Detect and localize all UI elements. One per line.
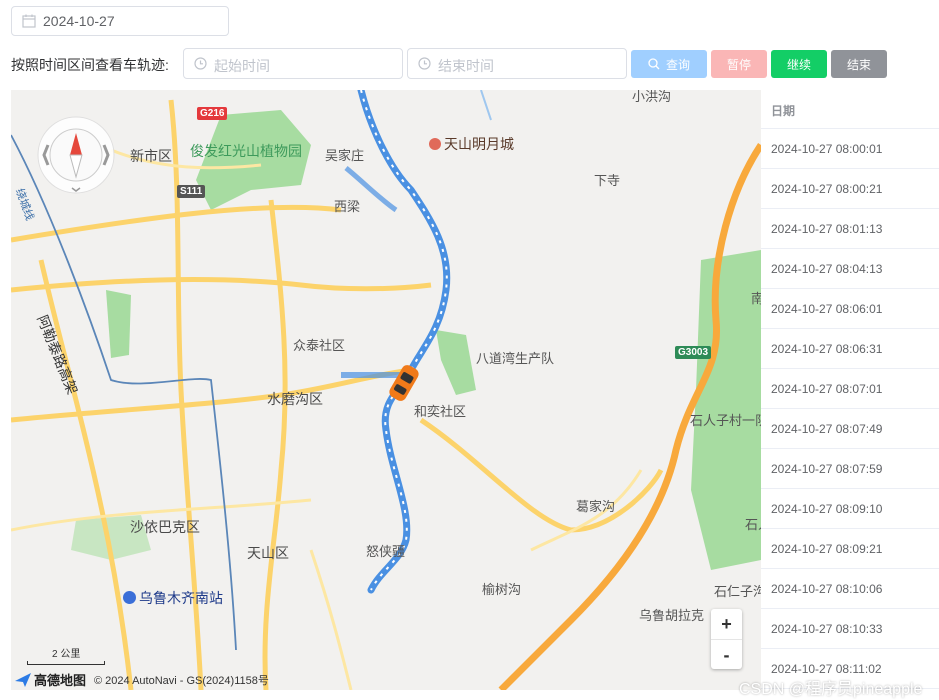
table-row[interactable]: 2024-10-27 08:00:01 (761, 129, 939, 169)
map-label: 乌鲁胡拉克 (639, 608, 705, 623)
map-label: 沙依巴克区 (130, 519, 200, 535)
map-attribution: 高德地图 © 2024 AutoNavi - GS(2024)1158号 (15, 670, 269, 689)
pause-button[interactable]: 暂停 (711, 50, 767, 78)
time-range-label: 按照时间区间查看车轨迹: (11, 57, 169, 73)
map-label: 吴家庄 (325, 148, 365, 163)
timeline-table: 日期 2024-10-27 08:00:01 2024-10-27 08:00:2… (761, 90, 939, 700)
scale-label: 2 公里 (52, 649, 81, 660)
map-poi-label: 天山明月城 (429, 134, 514, 154)
table-row[interactable]: 2024-10-27 08:09:21 (761, 529, 939, 569)
table-row[interactable]: 2024-10-27 08:07:01 (761, 369, 939, 409)
map-poi-label: 乌鲁木齐南站 (123, 588, 223, 608)
map-label: 西梁 (334, 199, 361, 214)
map-canvas[interactable]: G216 S111 G3003 新市区 俊发红光山植物园 吴家庄 天山明月城 小… (11, 90, 761, 690)
table-row[interactable]: 2024-10-27 08:00:21 (761, 169, 939, 209)
end-label: 结束 (846, 57, 871, 72)
zoom-control: + - (711, 609, 742, 669)
table-row[interactable]: 2024-10-27 08:07:49 (761, 409, 939, 449)
brand-logo: 高德地图 (34, 673, 87, 688)
table-row[interactable]: 2024-10-27 08:10:06 (761, 569, 939, 609)
zoom-out-button[interactable]: - (711, 639, 742, 670)
road-shield-g216: G216 (197, 107, 228, 120)
amap-logo-icon (15, 672, 31, 687)
map-label: 水磨沟区 (267, 391, 323, 407)
map-label: 天山区 (247, 545, 289, 561)
continue-button[interactable]: 继续 (771, 50, 827, 78)
compass-icon[interactable] (36, 115, 116, 195)
map-label: 石人 (745, 517, 761, 532)
pause-label: 暂停 (726, 57, 751, 72)
query-label: 查询 (665, 57, 690, 72)
map-label: 榆树沟 (482, 582, 522, 597)
map-label: 南 (751, 291, 761, 306)
table-row[interactable]: 2024-10-27 08:07:59 (761, 449, 939, 489)
zoom-in-button[interactable]: + (711, 609, 742, 639)
table-row[interactable]: 2024-10-27 08:06:01 (761, 289, 939, 329)
map-label: 八道湾生产队 (476, 351, 555, 366)
table-row[interactable]: 2024-10-27 08:10:33 (761, 609, 939, 649)
start-time-input[interactable]: 起始时间 (183, 48, 403, 79)
clock-icon (194, 57, 207, 70)
table-row[interactable]: 2024-10-27 08:01:13 (761, 209, 939, 249)
search-icon (648, 58, 660, 70)
start-time-placeholder: 起始时间 (214, 58, 270, 74)
map-label: 众泰社区 (293, 338, 346, 353)
map-label: 石仁子沟 (714, 584, 761, 599)
map-label: 怒侠疆 (366, 544, 406, 559)
clock-icon (418, 57, 431, 70)
end-time-placeholder: 结束时间 (438, 58, 494, 74)
road-shield-s111: S111 (177, 185, 206, 198)
calendar-icon (22, 14, 36, 28)
end-time-input[interactable]: 结束时间 (407, 48, 627, 79)
scale-bar: 2 公里 (27, 645, 105, 665)
table-row[interactable]: 2024-10-27 08:09:10 (761, 489, 939, 529)
query-button[interactable]: 查询 (631, 50, 707, 78)
table-row[interactable]: 2024-10-27 08:06:31 (761, 329, 939, 369)
poi-pin-icon (429, 138, 441, 150)
table-row[interactable]: 2024-10-27 08:04:13 (761, 249, 939, 289)
station-pin-icon (123, 591, 136, 604)
watermark: CSDN @程序员pineapple (739, 681, 923, 698)
date-value: 2024-10-27 (43, 13, 115, 29)
map-label: 小洪沟 (632, 90, 672, 104)
map-label: 葛家沟 (576, 499, 616, 514)
copyright-text: © 2024 AutoNavi - GS(2024)1158号 (94, 674, 269, 687)
continue-label: 继续 (786, 57, 811, 72)
map-label: 下寺 (594, 173, 621, 188)
end-button[interactable]: 结束 (831, 50, 887, 78)
map-label: 新市区 (130, 148, 172, 164)
road-shield-g3003: G3003 (675, 346, 712, 359)
map-label: 和奕社区 (414, 404, 467, 419)
date-picker[interactable]: 2024-10-27 (11, 6, 229, 36)
map-label: 石人子村一队 (690, 413, 761, 428)
map-label: 俊发红光山植物园 (190, 143, 302, 159)
table-header: 日期 (761, 90, 939, 129)
